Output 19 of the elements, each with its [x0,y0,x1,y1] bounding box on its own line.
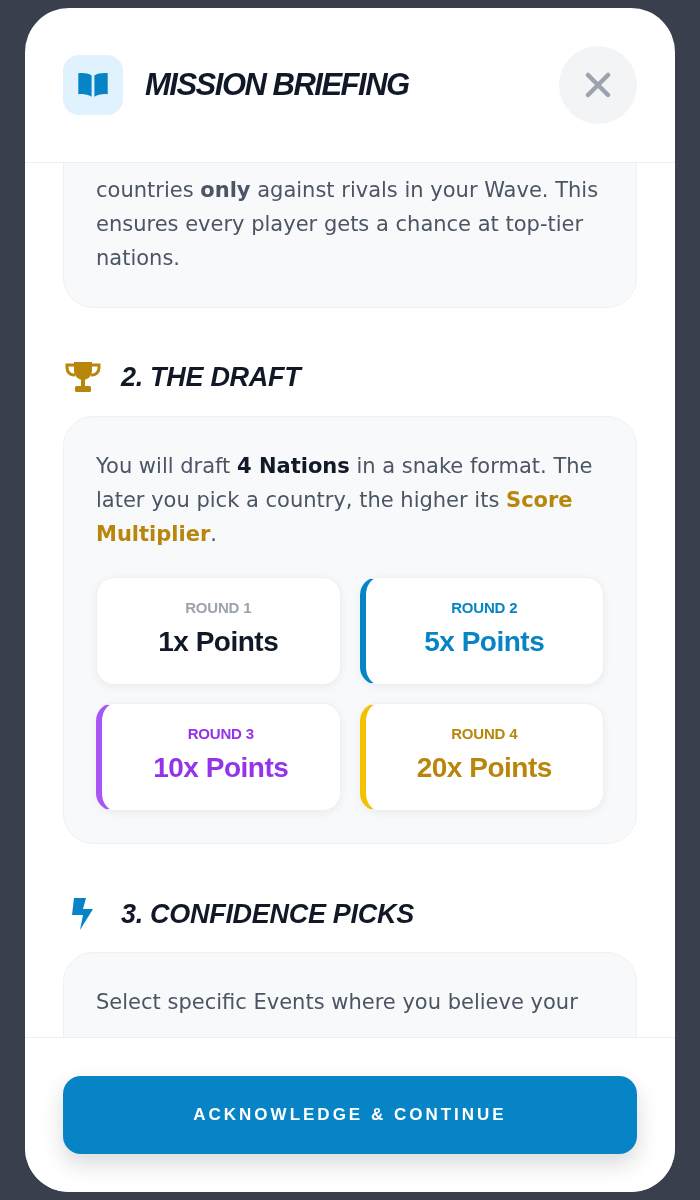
modal-title: MISSION BRIEFING [145,66,410,104]
card-text: Select specific Events where you believe your [96,989,579,1016]
card-text: countries only against rivals in your Wave. This ensures every player gets a chance at top-tier nations. [96,177,600,272]
round-label: ROUND 4 [451,725,518,743]
section-heading: 2. THE DRAFT [121,361,301,394]
book-icon [63,55,123,115]
close-icon [585,72,611,98]
section-heading: 3. CONFIDENCE PICKS [121,898,414,931]
lightning-icon [71,897,95,931]
round-label: ROUND 3 [187,725,254,743]
points-value: 1x Points [158,626,279,658]
acknowledge-button[interactable]: ACKNOWLEDGE & CONTINUE [63,1076,637,1154]
points-value: 5x Points [424,626,545,658]
points-value: 10x Points [153,752,289,784]
points-value: 20x Points [416,752,552,784]
trophy-icon [64,361,102,393]
round-label: ROUND 1 [185,599,252,617]
round-label: ROUND 2 [451,599,518,617]
card-text: You will draft 4 Nations in a snake format. The later you pick a country, the higher its Score Multiplier. [96,453,594,548]
